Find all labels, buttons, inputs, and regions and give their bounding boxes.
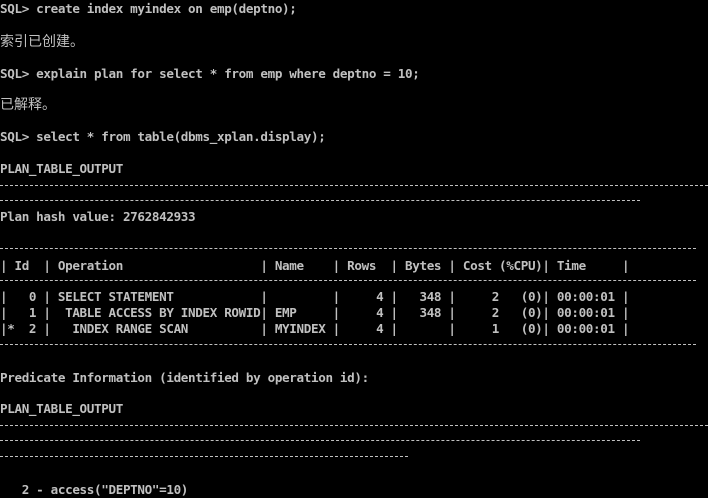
plan-table-header: | Id | Operation | Name | Rows | Bytes |…: [0, 258, 630, 273]
command-display-plan: SQL> select * from table(dbms_xplan.disp…: [0, 129, 326, 144]
table-bottom-border: [0, 344, 696, 345]
plan-table-output-header: PLAN_TABLE_OUTPUT: [0, 161, 123, 176]
separator-line: [0, 456, 408, 457]
separator-line: [0, 425, 708, 426]
predicate-information-heading: Predicate Information (identified by ope…: [0, 370, 369, 385]
plan-table-output-header: PLAN_TABLE_OUTPUT: [0, 401, 123, 416]
separator-line: [0, 200, 640, 201]
message-explained: 已解释。: [0, 97, 56, 113]
separator-line: [0, 185, 708, 186]
plan-table-row: |* 2 | INDEX RANGE SCAN | MYINDEX | 4 | …: [0, 321, 630, 336]
message-index-created: 索引已创建。: [0, 34, 84, 50]
plan-table-row: | 0 | SELECT STATEMENT | | 4 | 348 | 2 (…: [0, 289, 630, 304]
sqlplus-console[interactable]: SQL> create index myindex on emp(deptno)…: [0, 0, 708, 498]
plan-table-row: | 1 | TABLE ACCESS BY INDEX ROWID| EMP |…: [0, 305, 630, 320]
table-top-border: [0, 248, 696, 249]
separator-line: [0, 440, 640, 441]
table-header-border: [0, 280, 696, 281]
command-explain-plan: SQL> explain plan for select * from emp …: [0, 66, 420, 81]
command-create-index: SQL> create index myindex on emp(deptno)…: [0, 1, 297, 16]
plan-hash-value: Plan hash value: 2762842933: [0, 209, 196, 224]
predicate-access-line: 2 - access("DEPTNO"=10): [0, 482, 189, 497]
